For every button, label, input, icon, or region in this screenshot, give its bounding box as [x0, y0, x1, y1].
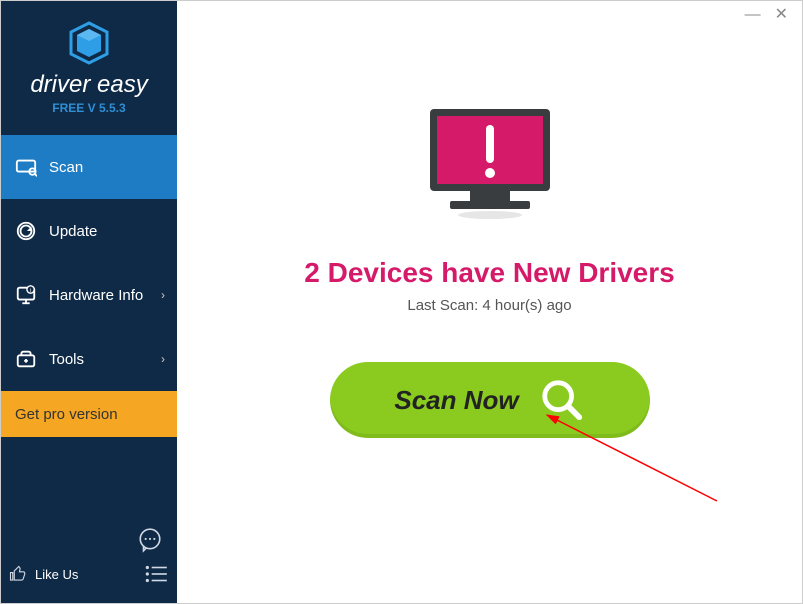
sidebar-item-label: Update — [49, 223, 97, 240]
like-us-label: Like Us — [35, 567, 78, 582]
sidebar-bottom: Like Us — [1, 551, 177, 603]
close-button[interactable]: ✕ — [775, 7, 788, 23]
chevron-right-icon: › — [161, 352, 165, 366]
scan-icon — [15, 156, 37, 178]
headline: 2 Devices have New Drivers — [304, 257, 674, 289]
svg-text:i: i — [30, 288, 31, 294]
sidebar-item-tools[interactable]: Tools › — [1, 327, 177, 391]
sidebar-item-label: Hardware Info — [49, 287, 143, 304]
chat-icon[interactable] — [137, 527, 163, 553]
minimize-button[interactable]: — — [745, 7, 761, 23]
app-window: driver easy FREE V 5.5.3 Scan Update i — [0, 0, 803, 604]
sidebar-item-update[interactable]: Update — [1, 199, 177, 263]
scan-now-button[interactable]: Scan Now — [330, 362, 650, 438]
sidebar-item-label: Scan — [49, 159, 83, 176]
magnifier-icon — [539, 377, 585, 423]
like-us-button[interactable]: Like Us — [9, 565, 78, 583]
get-pro-label: Get pro version — [15, 406, 118, 423]
sidebar-item-hardware-info[interactable]: i Hardware Info › — [1, 263, 177, 327]
last-scan-text: Last Scan: 4 hour(s) ago — [407, 297, 571, 314]
brand: driver easy FREE V 5.5.3 — [1, 1, 177, 127]
monitor-alert-icon — [420, 101, 560, 231]
sidebar-nav: Scan Update i Hardware Info › Tools — [1, 135, 177, 391]
sidebar-item-scan[interactable]: Scan — [1, 135, 177, 199]
menu-icon[interactable] — [143, 561, 169, 587]
chevron-right-icon: › — [161, 288, 165, 302]
update-icon — [15, 220, 37, 242]
brand-name: driver easy — [30, 71, 147, 99]
tools-icon — [15, 348, 37, 370]
brand-logo-icon — [65, 19, 113, 67]
sidebar: driver easy FREE V 5.5.3 Scan Update i — [1, 1, 177, 603]
hardware-info-icon: i — [15, 284, 37, 306]
scan-now-label: Scan Now — [394, 385, 518, 416]
sidebar-item-label: Tools — [49, 351, 84, 368]
brand-version: FREE V 5.5.3 — [52, 101, 125, 115]
thumbs-up-icon — [9, 565, 27, 583]
get-pro-button[interactable]: Get pro version — [1, 391, 177, 437]
titlebar: — ✕ — [731, 1, 802, 29]
main-content: — ✕ 2 Devices have New Drivers Last Scan… — [177, 1, 802, 603]
